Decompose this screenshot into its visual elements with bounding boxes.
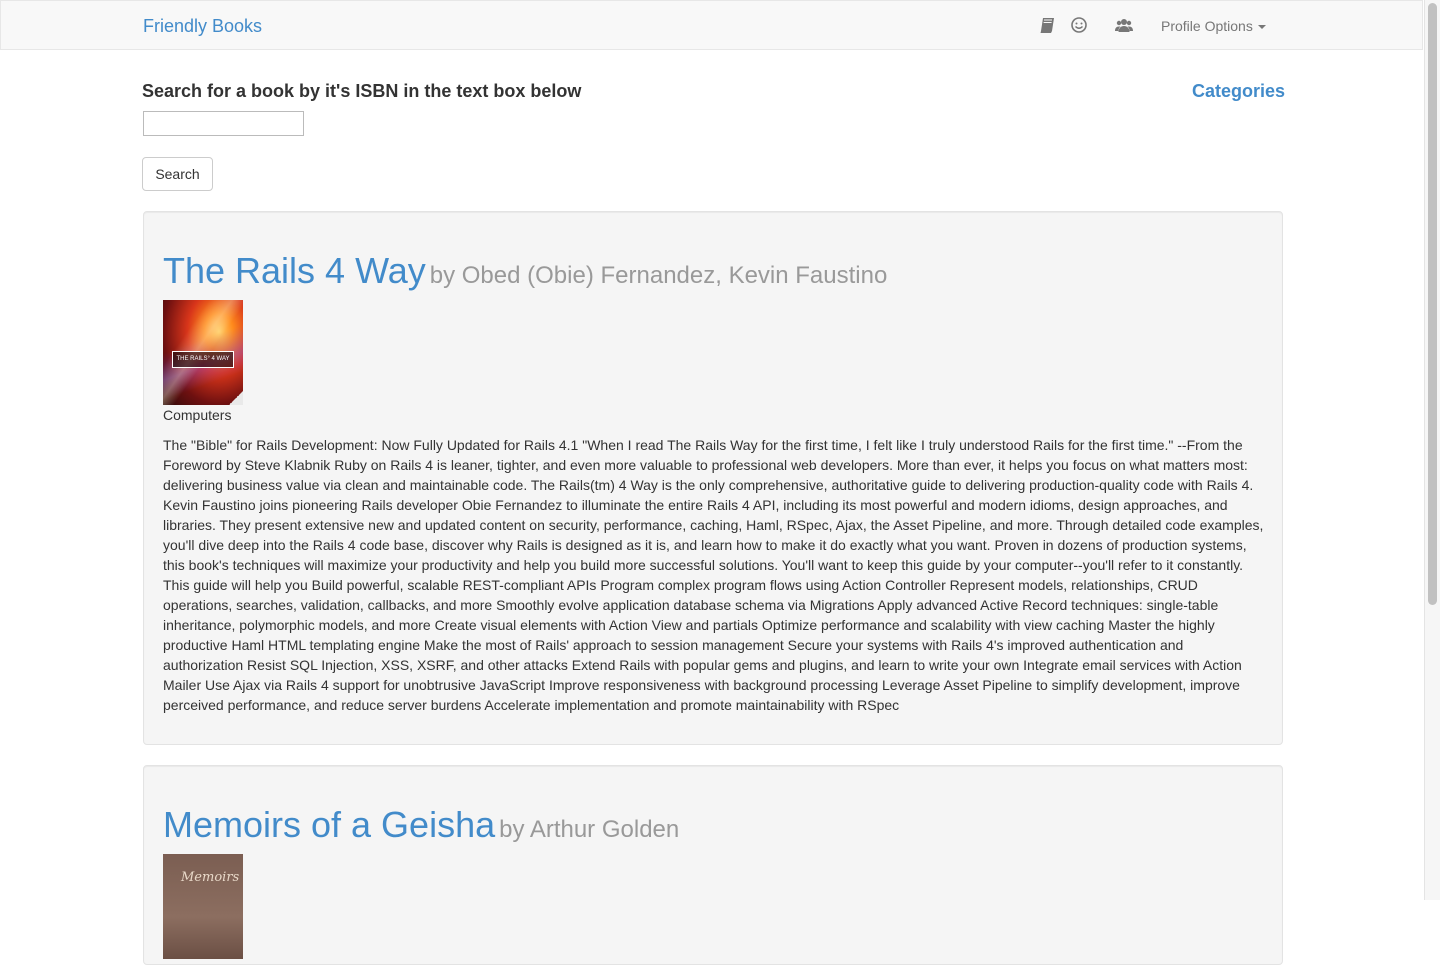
book-cover-image[interactable]: THE RAILS° 4 WAY — [163, 300, 243, 405]
smile-icon[interactable] — [1070, 16, 1088, 34]
book-heading: The Rails 4 Way by Obed (Obie) Fernandez,… — [163, 250, 887, 292]
book-cover-image[interactable]: Memoirs — [163, 854, 243, 959]
book-card: Memoirs of a Geisha by Arthur Golden Memo… — [143, 765, 1283, 965]
profile-options-dropdown[interactable]: Profile Options — [1161, 18, 1266, 34]
cover-fold — [229, 391, 243, 405]
top-navbar: Friendly Books Profile Options — [0, 0, 1423, 50]
book-author: by Arthur Golden — [499, 816, 680, 843]
search-button[interactable]: Search — [142, 157, 213, 191]
book-title-link[interactable]: Memoirs of a Geisha — [163, 804, 495, 845]
book-author: by Obed (Obie) Fernandez, Kevin Faustino — [429, 262, 888, 289]
book-heading: Memoirs of a Geisha by Arthur Golden — [163, 804, 679, 846]
cover-title: THE RAILS° 4 WAY — [172, 351, 234, 368]
book-description: The "Bible" for Rails Development: Now F… — [163, 437, 1264, 713]
book-card: The Rails 4 Way by Obed (Obie) Fernandez,… — [143, 211, 1283, 745]
caret-down-icon — [1257, 25, 1266, 30]
brand-link[interactable]: Friendly Books — [143, 16, 262, 37]
isbn-search-input[interactable] — [143, 111, 304, 136]
book-category: Computers — [163, 407, 232, 423]
categories-link[interactable]: Categories — [1192, 81, 1285, 102]
profile-options-label: Profile Options — [1161, 18, 1253, 34]
book-title-link[interactable]: The Rails 4 Way — [163, 250, 426, 291]
cover-title: Memoirs — [181, 870, 240, 885]
users-icon[interactable] — [1115, 16, 1133, 34]
book-icon[interactable] — [1039, 16, 1057, 34]
search-heading: Search for a book by it's ISBN in the te… — [142, 81, 582, 101]
page-scrollbar-thumb[interactable] — [1428, 3, 1437, 605]
